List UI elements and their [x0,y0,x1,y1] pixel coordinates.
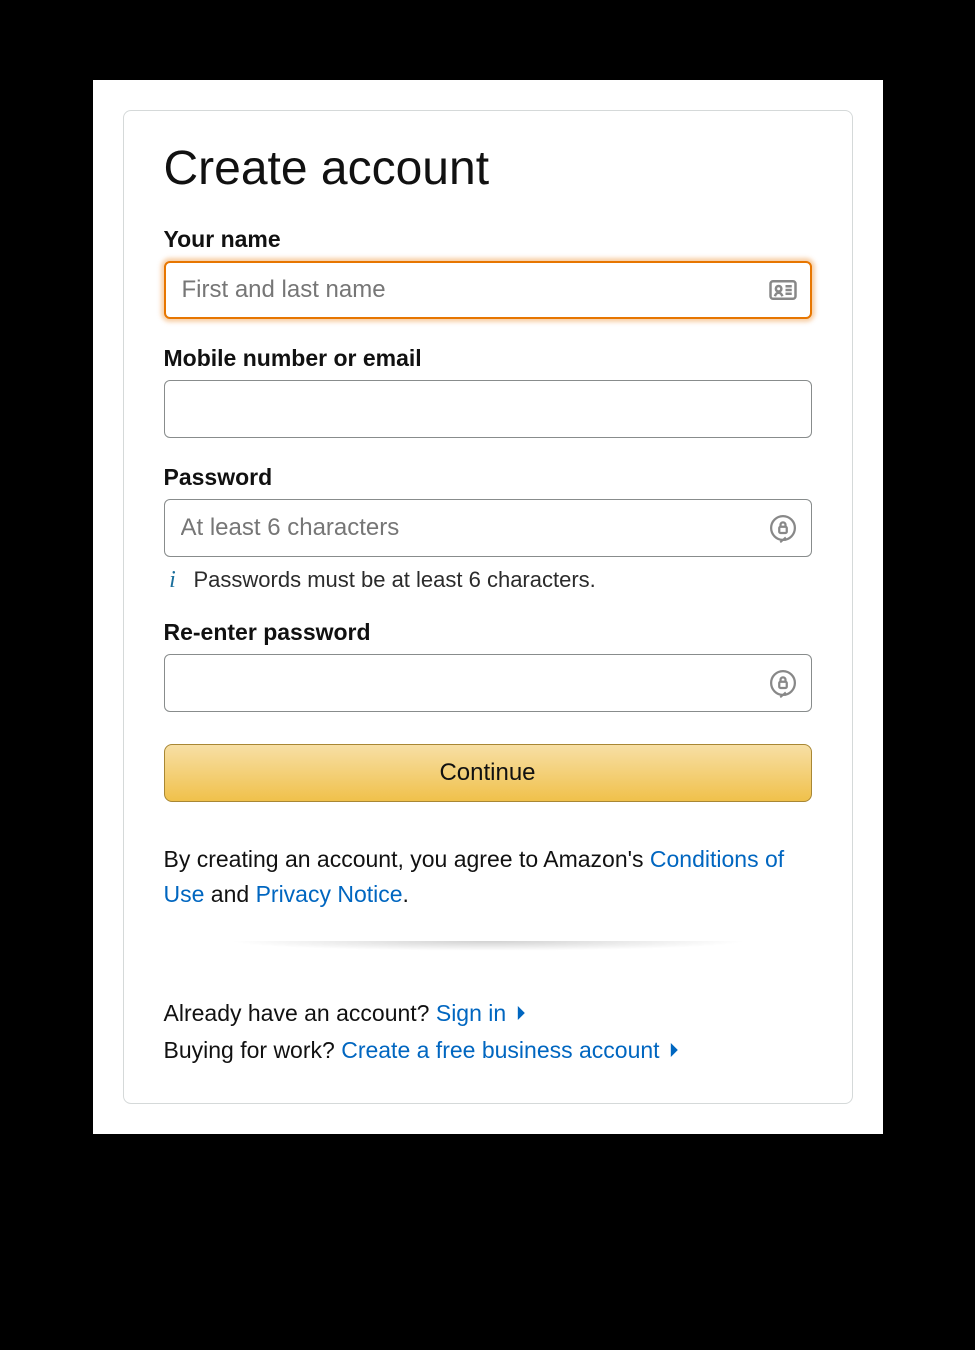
bottom-links: Already have an account? Sign in Buying … [164,995,812,1068]
sign-in-text: Sign in [436,1000,506,1026]
privacy-notice-link[interactable]: Privacy Notice [256,881,403,907]
caret-right-icon [670,1032,680,1068]
password2-input-wrap [164,654,812,712]
contact-input-wrap [164,380,812,438]
divider [154,941,822,977]
legal-text: By creating an account, you agree to Ama… [164,842,812,911]
contact-input[interactable] [164,380,812,438]
password-label: Password [164,464,812,491]
password2-label: Re-enter password [164,619,812,646]
page-title: Create account [164,141,812,196]
name-input-wrap [164,261,812,319]
caret-right-icon [517,995,527,1031]
name-label: Your name [164,226,812,253]
signin-prefix: Already have an account? [164,1000,436,1026]
password-hint-row: i Passwords must be at least 6 character… [164,567,812,593]
legal-prefix: By creating an account, you agree to Ama… [164,846,650,872]
password-field-block: Password i Passwords must be at least 6 … [164,464,812,593]
signup-card: Create account Your name [123,110,853,1104]
signup-panel: Create account Your name [93,80,883,1134]
name-field-block: Your name [164,226,812,319]
legal-middle: and [211,881,256,907]
signin-line: Already have an account? Sign in [164,995,812,1032]
password2-field-block: Re-enter password [164,619,812,712]
business-text: Create a free business account [341,1037,659,1063]
business-prefix: Buying for work? [164,1037,342,1063]
contact-field-block: Mobile number or email [164,345,812,438]
password-input-wrap [164,499,812,557]
info-icon: i [164,568,182,592]
password-hint: Passwords must be at least 6 characters. [194,567,596,593]
password-input[interactable] [164,499,812,557]
legal-suffix: . [403,881,409,907]
sign-in-link[interactable]: Sign in [436,1000,527,1026]
name-input[interactable] [164,261,812,319]
continue-button[interactable]: Continue [164,744,812,802]
business-line: Buying for work? Create a free business … [164,1032,812,1069]
business-account-link[interactable]: Create a free business account [341,1037,680,1063]
password2-input[interactable] [164,654,812,712]
contact-label: Mobile number or email [164,345,812,372]
